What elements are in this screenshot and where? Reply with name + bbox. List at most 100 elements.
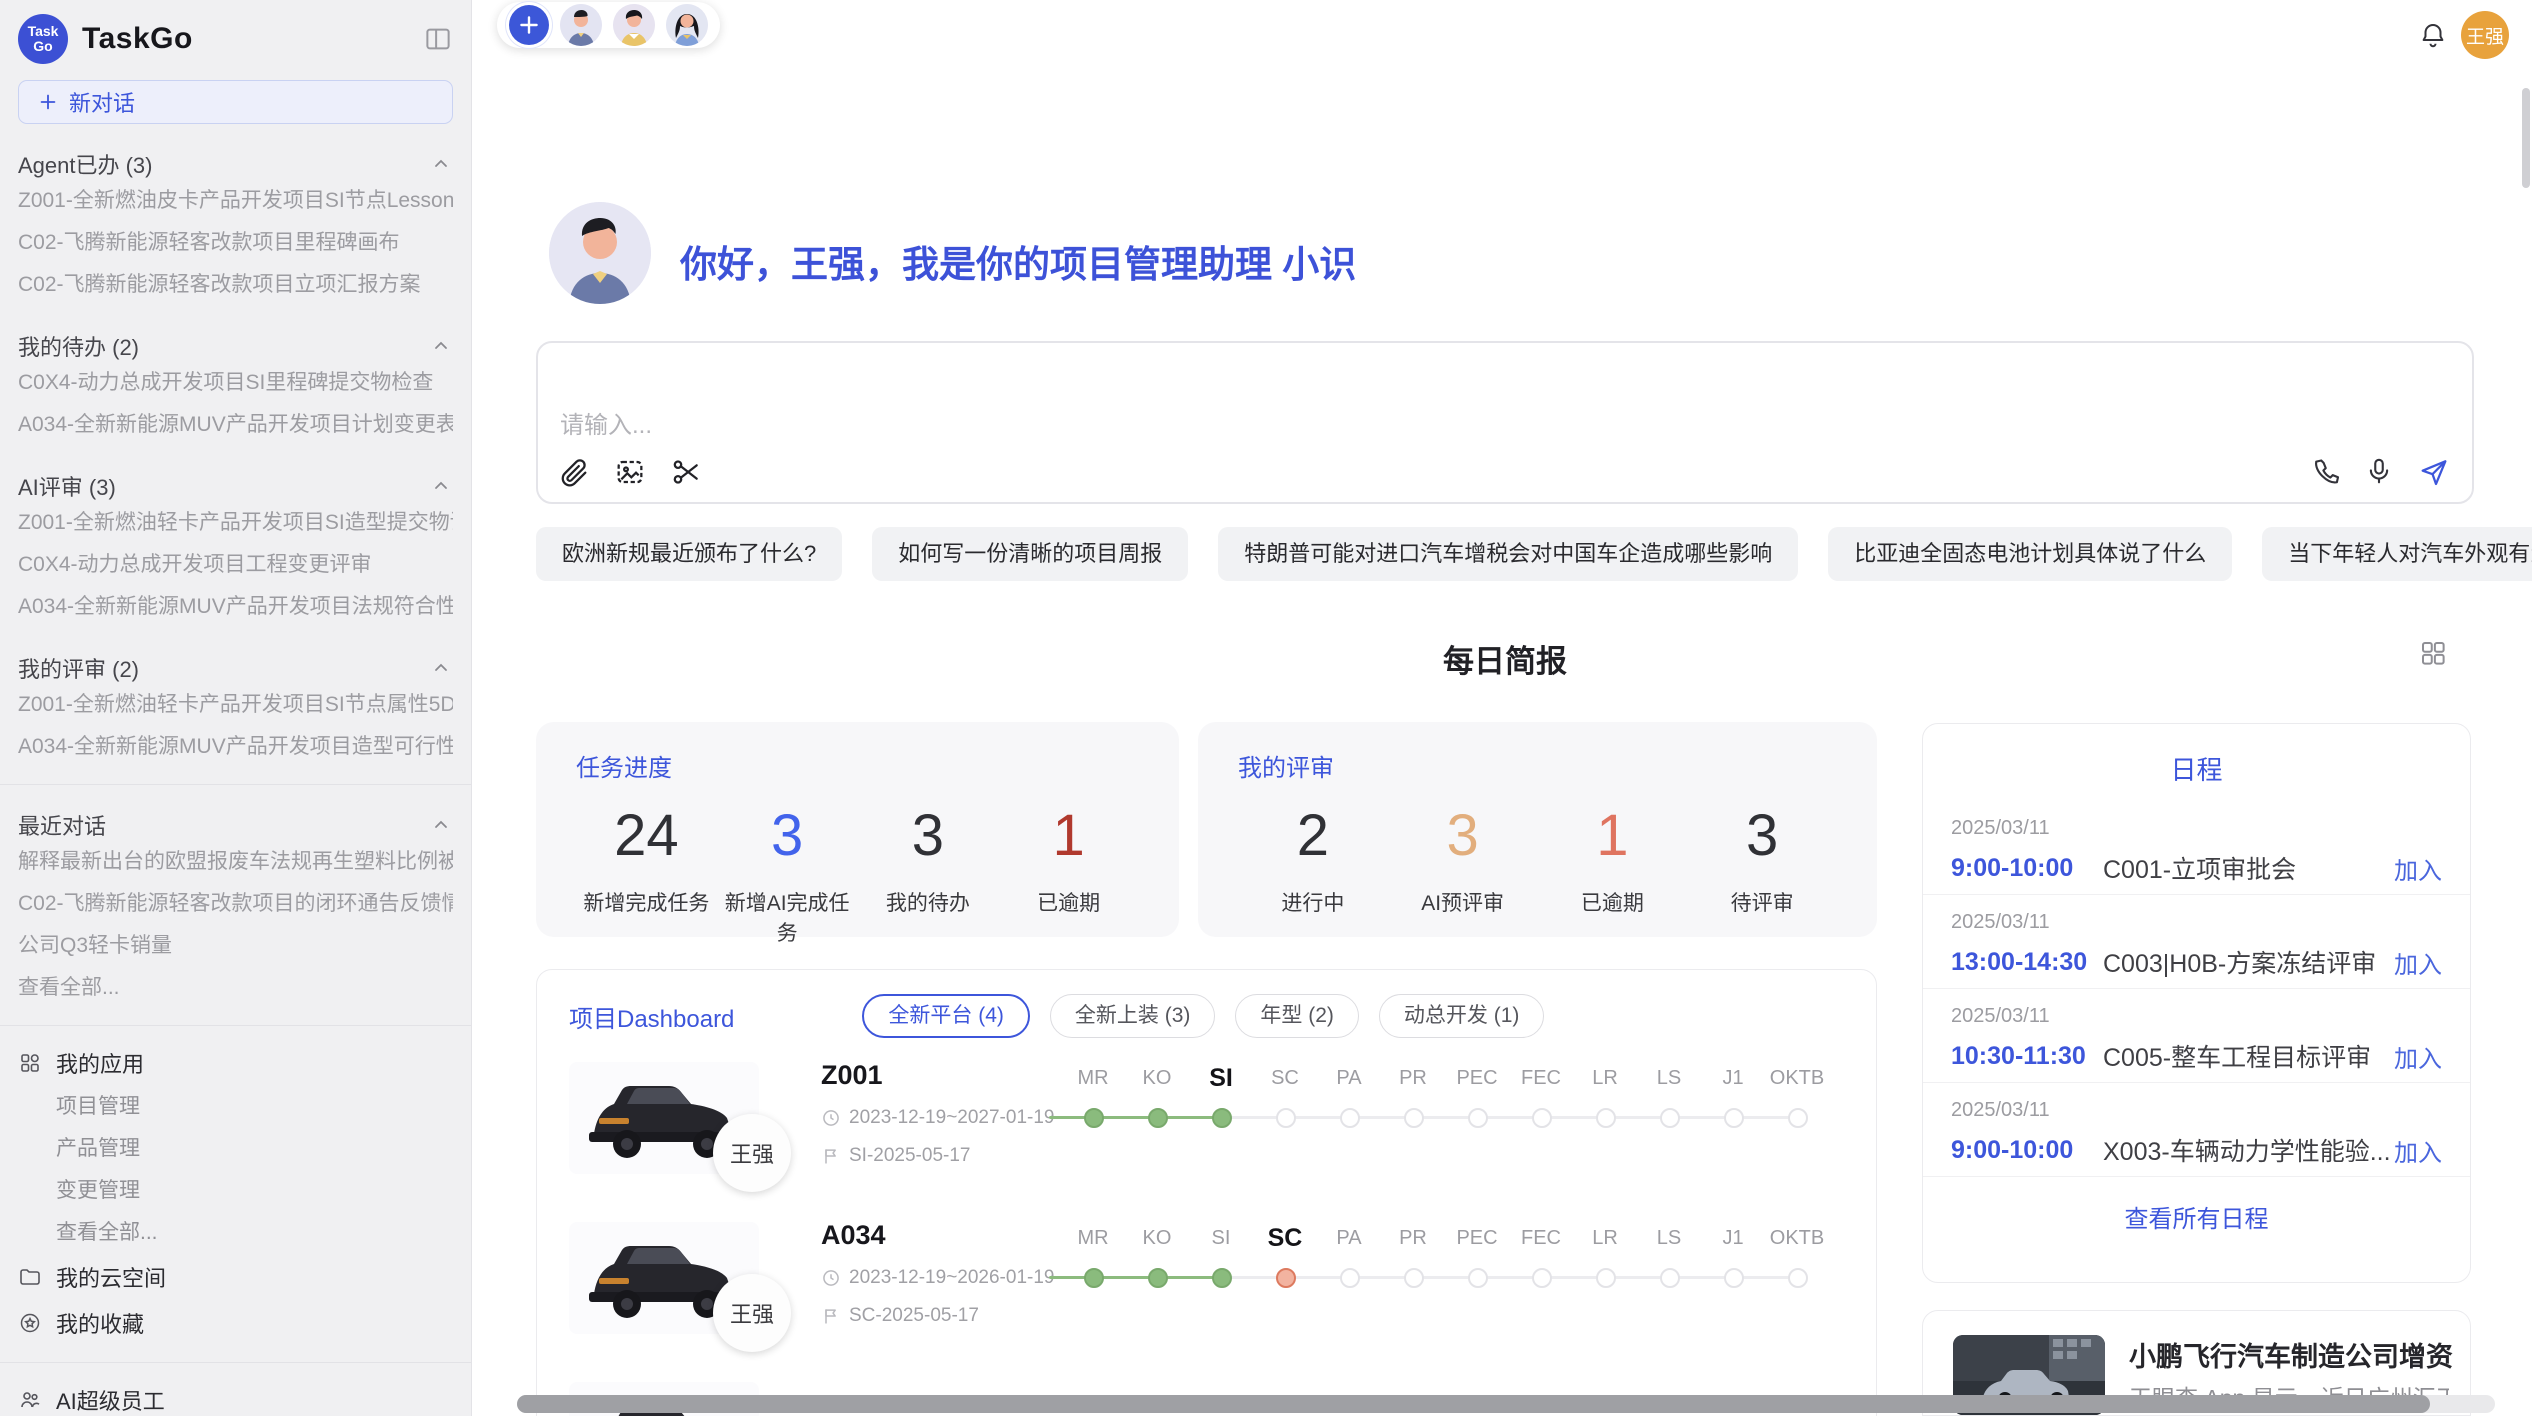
join-link[interactable]: 加入 (2394, 851, 2442, 886)
section-recent-chats[interactable]: 最近对话 (18, 809, 453, 841)
view-all-schedule-link[interactable]: 查看所有日程 (1923, 1199, 2470, 1234)
stat: 1 已逾期 (998, 801, 1139, 947)
sidebar-item-product-mgmt[interactable]: 产品管理 (18, 1128, 453, 1170)
list-item[interactable]: A034-全新新能源MUV产品开发项目法规符合性评审 (18, 586, 453, 628)
milestone-line-done (1049, 1276, 1221, 1279)
suggestion-chip[interactable]: 如何写一份清晰的项目周报 (872, 527, 1188, 581)
horizontal-scrollbar-thumb[interactable] (517, 1395, 2430, 1413)
section-ai-review[interactable]: AI评审 (3) (18, 470, 453, 502)
table-row[interactable]: 王强 Z001 2023-12-19~2027-01-19 SI-2025-05… (537, 1044, 1876, 1204)
list-item[interactable]: A034-全新新能源MUV产品开发项目造型可行性评审 (18, 726, 453, 768)
view-all-apps[interactable]: 查看全部... (18, 1212, 453, 1254)
microphone-icon[interactable] (2364, 456, 2396, 488)
section-my-todo[interactable]: 我的待办 (2) (18, 330, 453, 362)
phone-icon[interactable] (2310, 456, 2342, 488)
milestone-line (1221, 1116, 1797, 1119)
app-title: TaskGo (82, 22, 193, 56)
tab-new-body[interactable]: 全新上装 (3) (1050, 994, 1216, 1038)
stat-label: 新增AI完成任务 (717, 887, 858, 947)
stat-label: 已逾期 (1538, 887, 1688, 917)
join-link[interactable]: 加入 (2394, 1133, 2442, 1168)
milestone-dot (1660, 1268, 1680, 1288)
list-item[interactable]: C02-飞腾新能源轻客改款项目里程碑画布 (18, 222, 453, 264)
milestone-label: LR (1573, 1218, 1637, 1258)
tab-year-model[interactable]: 年型 (2) (1235, 994, 1359, 1038)
list-item[interactable]: C02-飞腾新能源轻客改款项目立项汇报方案 (18, 264, 453, 306)
milestone-dot (1596, 1268, 1616, 1288)
schedule-time: 9:00-10:00 (1951, 1136, 2103, 1165)
stat-value: 1 (1538, 801, 1688, 871)
avatar[interactable] (560, 4, 602, 46)
milestone-label: SC (1253, 1058, 1317, 1098)
join-link[interactable]: 加入 (2394, 945, 2442, 980)
suggestion-chip[interactable]: 当下年轻人对汽车外观有怎样的喜好趋势 (2262, 527, 2532, 581)
chat-input[interactable]: 请输入... (536, 341, 2474, 504)
scissors-icon[interactable] (670, 456, 702, 488)
milestone-dot (1148, 1268, 1168, 1288)
stat-value: 3 (1687, 801, 1837, 871)
horizontal-scrollbar-track[interactable] (517, 1395, 2495, 1413)
section-my-review[interactable]: 我的评审 (2) (18, 652, 453, 684)
image-upload-icon[interactable] (614, 456, 646, 488)
stat: 3 我的待办 (858, 801, 999, 947)
project-info: Z001 2023-12-19~2027-01-19 SI-2025-05-17 (821, 1060, 1056, 1167)
stat-label: 新增完成任务 (576, 887, 717, 917)
user-avatar[interactable]: 王强 (2461, 11, 2509, 59)
milestone-dot (1404, 1108, 1424, 1128)
list-item[interactable]: 公司Q3轻卡销量 (18, 925, 453, 967)
vertical-scrollbar-thumb[interactable] (2522, 88, 2530, 188)
assistant-avatar (549, 202, 651, 304)
section-agent-done[interactable]: Agent已办 (3) (18, 148, 453, 180)
milestone-label: MR (1061, 1218, 1125, 1258)
sidebar-item-my-apps[interactable]: 我的应用 (18, 1040, 453, 1086)
sidebar-item-change-mgmt[interactable]: 变更管理 (18, 1170, 453, 1212)
list-item[interactable]: C0X4-动力总成开发项目工程变更评审 (18, 544, 453, 586)
suggestion-chips: 欧洲新规最近颁布了什么? 如何写一份清晰的项目周报 特朗普可能对进口汽车增税会对… (536, 527, 2474, 581)
list-item[interactable]: 解释最新出台的欧盟报废车法规再生塑料比例被调至15%... (18, 841, 453, 883)
list-item[interactable]: Z001-全新燃油轻卡产品开发项目SI造型提交物评审 (18, 502, 453, 544)
milestone-label: FEC (1509, 1218, 1573, 1258)
new-chat-button[interactable]: 新对话 (18, 80, 453, 124)
list-item[interactable]: C0X4-动力总成开发项目SI里程碑提交物检查 (18, 362, 453, 404)
milestone-label: KO (1125, 1058, 1189, 1098)
project-code: A034 (821, 1220, 1056, 1251)
milestone-label: PA (1317, 1218, 1381, 1258)
sidebar-item-ai-super-staff[interactable]: AI超级员工 (18, 1377, 453, 1416)
suggestion-chip[interactable]: 特朗普可能对进口汽车增税会对中国车企造成哪些影响 (1218, 527, 1798, 581)
paperclip-icon[interactable] (558, 456, 590, 488)
sidebar-item-project-mgmt[interactable]: 项目管理 (18, 1086, 453, 1128)
suggestion-chip[interactable]: 比亚迪全固态电池计划具体说了什么 (1828, 527, 2232, 581)
logo-line1: Task (28, 24, 59, 39)
send-icon[interactable] (2418, 456, 2450, 488)
owner-badge: 王强 (713, 1274, 791, 1352)
schedule-time: 10:30-11:30 (1951, 1042, 2103, 1071)
suggestion-chip[interactable]: 欧洲新规最近颁布了什么? (536, 527, 842, 581)
schedule-panel: 日程 2025/03/11 9:00-10:00 C001-立项审批会 加入 2… (1922, 723, 2471, 1283)
notification-bell-icon[interactable] (2418, 20, 2448, 50)
plus-icon (37, 91, 59, 113)
list-item[interactable]: A034-全新新能源MUV产品开发项目计划变更表编写 (18, 404, 453, 446)
avatar[interactable] (613, 4, 655, 46)
sidebar-item-favorites[interactable]: 我的收藏 (18, 1300, 453, 1346)
milestone-dot (1788, 1268, 1808, 1288)
list-item[interactable]: Z001-全新燃油轻卡产品开发项目SI节点属性5D文件评审 (18, 684, 453, 726)
milestone-track: MR KO SI SC PA PR PEC FEC LR LS J1 OKTB (1061, 1058, 1829, 1138)
view-all-recent[interactable]: 查看全部... (18, 967, 453, 1009)
add-session-button[interactable] (509, 5, 549, 45)
stat-label: 我的待办 (858, 887, 999, 917)
sidebar-collapse-icon[interactable] (423, 24, 453, 54)
schedule-time: 13:00-14:30 (1951, 948, 2103, 977)
join-link[interactable]: 加入 (2394, 1039, 2442, 1074)
input-action-tools (2310, 456, 2450, 488)
stat-value: 3 (1388, 801, 1538, 871)
list-item[interactable]: C02-飞腾新能源轻客改款项目的闭环通告反馈情况 (18, 883, 453, 925)
tab-powertrain[interactable]: 动总开发 (1) (1379, 994, 1545, 1038)
sidebar-item-cloud-space[interactable]: 我的云空间 (18, 1254, 453, 1300)
milestone-label: PEC (1445, 1058, 1509, 1098)
dashboard-title: 项目Dashboard (569, 999, 734, 1034)
tab-new-platform[interactable]: 全新平台 (4) (862, 994, 1030, 1038)
list-item[interactable]: Z001-全新燃油皮卡产品开发项目SI节点Lesson Learn报告 (18, 180, 453, 222)
avatar[interactable] (666, 4, 708, 46)
layout-grid-icon[interactable] (2418, 638, 2448, 668)
table-row[interactable]: 王强 A034 2023-12-19~2026-01-19 SC-2025-05… (537, 1204, 1876, 1364)
